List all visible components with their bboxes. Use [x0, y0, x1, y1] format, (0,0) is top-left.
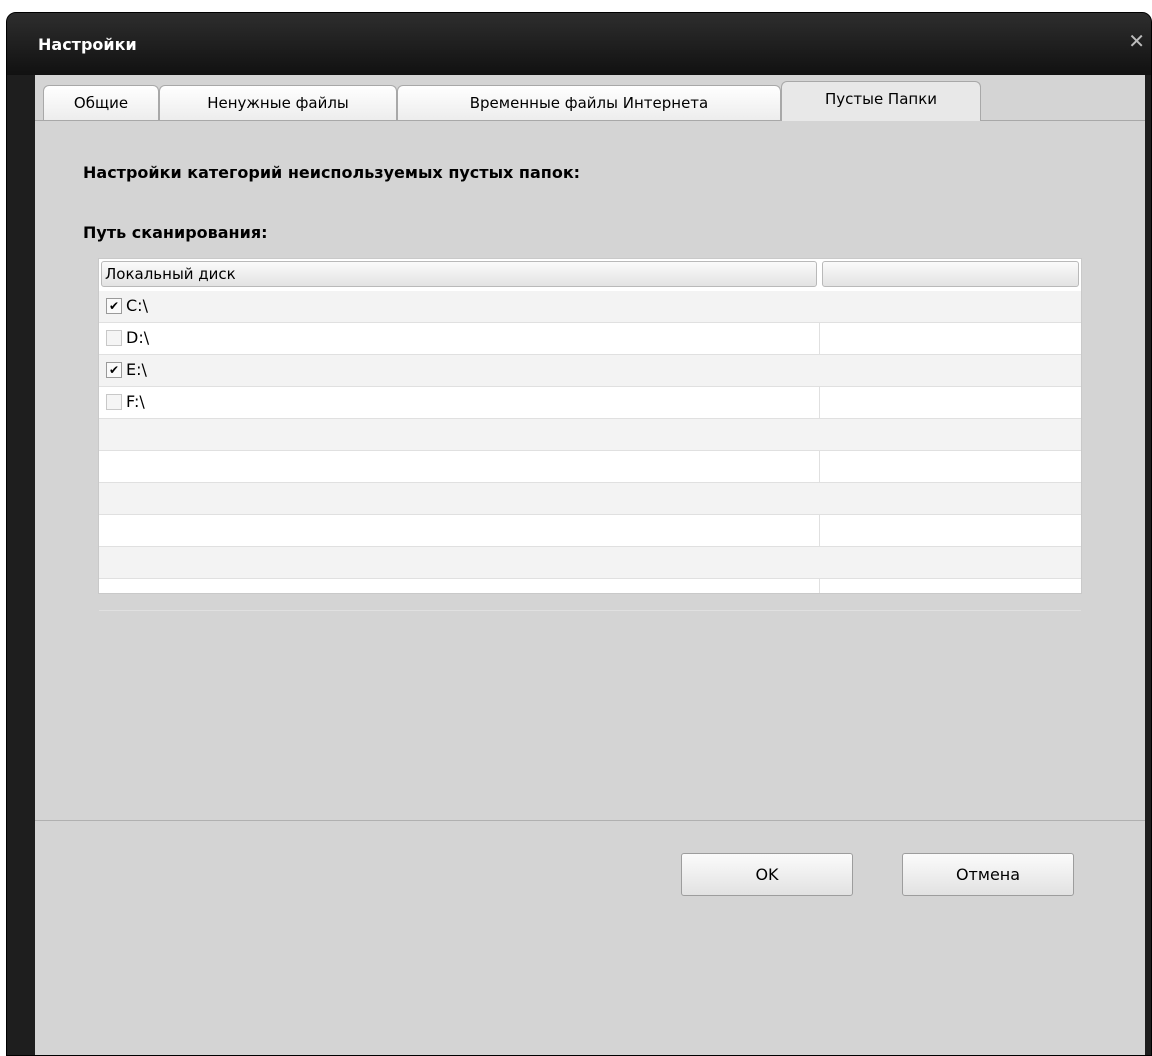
cancel-button[interactable]: Отмена — [902, 853, 1074, 896]
tab-empty-folders[interactable]: Пустые Папки — [781, 81, 981, 121]
empty-table-row — [99, 483, 1081, 515]
drive-label: E:\ — [126, 360, 147, 379]
ok-button[interactable]: OK — [681, 853, 853, 896]
drive-checkbox[interactable]: ✔ — [106, 298, 122, 314]
scan-path-label: Путь сканирования: — [83, 223, 268, 242]
table-row[interactable]: ✔ C:\ — [99, 291, 1081, 323]
title-bar[interactable]: Настройки ✕ — [7, 13, 1151, 75]
empty-table-row — [99, 547, 1081, 579]
close-icon[interactable]: ✕ — [1128, 31, 1145, 51]
empty-table-row — [99, 451, 1081, 483]
column-header-2[interactable] — [822, 261, 1079, 287]
table-row[interactable]: ✔ E:\ — [99, 355, 1081, 387]
tab-temp-internet-files[interactable]: Временные файлы Интернета — [397, 85, 781, 120]
tab-general[interactable]: Общие — [43, 85, 159, 120]
drive-table: Локальный диск ✔ C:\ D:\ ✔ E:\ F:\ — [98, 258, 1082, 611]
drive-label: C:\ — [126, 296, 148, 315]
drive-checkbox[interactable]: ✔ — [106, 362, 122, 378]
drive-checkbox[interactable] — [106, 330, 122, 346]
table-row[interactable]: F:\ — [99, 387, 1081, 419]
footer-separator — [35, 820, 1145, 821]
tab-junk-files[interactable]: Ненужные файлы — [159, 85, 397, 120]
empty-table-row — [99, 419, 1081, 451]
empty-table-row — [99, 579, 1081, 611]
drive-label: F:\ — [126, 392, 145, 411]
empty-table-row — [99, 515, 1081, 547]
drive-checkbox[interactable] — [106, 394, 122, 410]
window-title: Настройки — [38, 35, 137, 54]
dialog-body: Общие Ненужные файлы Временные файлы Инт… — [35, 75, 1145, 1055]
table-row[interactable]: D:\ — [99, 323, 1081, 355]
table-header: Локальный диск — [99, 259, 1081, 291]
panel-heading: Настройки категорий неиспользуемых пусты… — [83, 163, 581, 182]
settings-window: Настройки ✕ Общие Ненужные файлы Временн… — [6, 12, 1152, 1056]
column-header-local-disk[interactable]: Локальный диск — [101, 261, 817, 287]
drive-label: D:\ — [126, 328, 150, 347]
